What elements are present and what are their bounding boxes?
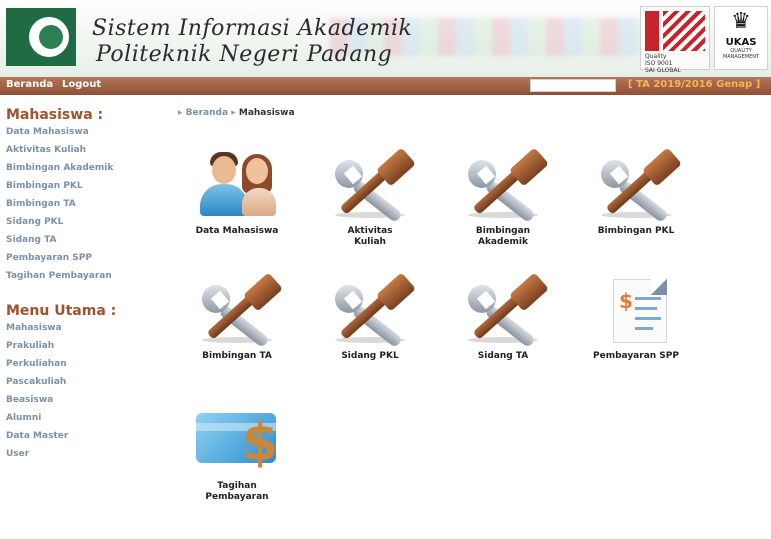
breadcrumb: ▸ Beranda ▸ Mahasiswa (178, 108, 295, 118)
tile-bimbingan-akademik[interactable]: Bimbingan Akademik (448, 147, 558, 248)
tile-pembayaran-spp[interactable]: $ Pembayaran SPP (581, 275, 691, 362)
top-navbar: Beranda Logout [ TA 2019/2016 Genap ] (0, 77, 771, 95)
navbar-input-field[interactable] (530, 79, 616, 92)
sidebar-section-title-mahasiswa: Mahasiswa : (6, 107, 104, 123)
tools-icon (458, 147, 549, 224)
sidebar-item-user[interactable]: User (6, 449, 29, 459)
tile-label: Pembayaran SPP (593, 351, 679, 361)
site-header: Sistem Informasi Akademik Politeknik Neg… (0, 0, 771, 77)
tile-sidang-pkl[interactable]: Sidang PKL (315, 272, 425, 362)
tools-icon (325, 272, 416, 349)
institution-logo (6, 8, 76, 66)
tile-sidang-ta[interactable]: Sidang TA (448, 272, 558, 362)
sidebar-item-pascakuliah[interactable]: Pascakuliah (6, 377, 66, 387)
tile-data-mahasiswa[interactable]: Data Mahasiswa (182, 150, 292, 237)
logo-emblem-icon (26, 14, 72, 60)
sidebar-item-bimbingan-akademik[interactable]: Bimbingan Akademik (6, 163, 113, 173)
sidebar-item-alumni[interactable]: Alumni (6, 413, 41, 423)
tools-icon (325, 147, 416, 224)
students-icon (192, 150, 282, 220)
checkmark-crown-icon: ♛ (731, 9, 751, 34)
nav-home-link[interactable]: Beranda (6, 79, 53, 90)
tile-label: Aktivitas Kuliah (347, 226, 393, 247)
academic-year-label: [ TA 2019/2016 Genap ] (628, 79, 761, 90)
sidebar-item-mahasiswa[interactable]: Mahasiswa (6, 323, 62, 333)
tools-icon (458, 272, 549, 349)
tile-label: Bimbingan PKL (597, 226, 675, 236)
tile-label: Sidang TA (477, 351, 529, 361)
app-title: Sistem Informasi Akademik (92, 16, 413, 41)
breadcrumb-arrow-icon: ▸ (178, 108, 186, 118)
sidebar-item-data-mahasiswa[interactable]: Data Mahasiswa (6, 127, 89, 137)
sidebar-item-data-master[interactable]: Data Master (6, 431, 68, 441)
nav-logout-link[interactable]: Logout (62, 79, 101, 90)
ukas-sub-label: QUALITY MANAGEMENT (722, 48, 760, 60)
sidebar-item-bimbingan-ta[interactable]: Bimbingan TA (6, 199, 76, 209)
tile-tagihan-pembayaran[interactable]: $ Tagihan Pembayaran (182, 405, 292, 503)
tile-label: Bimbingan Akademik (475, 226, 531, 247)
sidebar-item-sidang-ta[interactable]: Sidang TA (6, 235, 56, 245)
tile-bimbingan-pkl[interactable]: Bimbingan PKL (581, 147, 691, 237)
ukas-certification-badge: ♛ UKAS QUALITY MANAGEMENT (714, 6, 768, 70)
tile-bimbingan-ta[interactable]: Bimbingan TA (182, 272, 292, 362)
tile-label: Sidang PKL (341, 351, 399, 361)
tile-label: Tagihan Pembayaran (205, 481, 269, 502)
breadcrumb-current: Mahasiswa (238, 108, 295, 118)
sidebar-item-pembayaran-spp[interactable]: Pembayaran SPP (6, 253, 92, 263)
iso-cert-text: Quality ISO 9001 SAI GLOBAL (645, 53, 681, 74)
sidebar-item-perkuliahan[interactable]: Perkuliahan (6, 359, 67, 369)
invoice-icon: $ (591, 275, 681, 345)
tile-label: Bimbingan TA (202, 351, 272, 361)
sidebar-section-title-menu-utama: Menu Utama : (6, 303, 117, 319)
tile-label: Data Mahasiswa (195, 226, 279, 236)
tile-aktivitas-kuliah[interactable]: Aktivitas Kuliah (315, 147, 425, 248)
sidebar-item-sidang-pkl[interactable]: Sidang PKL (6, 217, 63, 227)
iso-certification-badge: Quality ISO 9001 SAI GLOBAL (640, 6, 710, 74)
breadcrumb-arrow-icon: ▸ (231, 108, 239, 118)
sidebar: Mahasiswa : Data Mahasiswa Aktivitas Kul… (0, 95, 160, 539)
tools-icon (591, 147, 682, 224)
sidebar-item-prakuliah[interactable]: Prakuliah (6, 341, 54, 351)
institution-name: Politeknik Negeri Padang (96, 42, 393, 67)
breadcrumb-home-link[interactable]: Beranda (186, 108, 228, 118)
ukas-label: UKAS (725, 37, 757, 48)
tools-icon (192, 272, 283, 349)
sidebar-item-tagihan-pembayaran[interactable]: Tagihan Pembayaran (6, 271, 112, 281)
sidebar-item-bimbingan-pkl[interactable]: Bimbingan PKL (6, 181, 83, 191)
sidebar-item-beasiswa[interactable]: Beasiswa (6, 395, 53, 405)
credit-card-icon: $ (192, 405, 282, 475)
sidebar-item-aktivitas-kuliah[interactable]: Aktivitas Kuliah (6, 145, 86, 155)
